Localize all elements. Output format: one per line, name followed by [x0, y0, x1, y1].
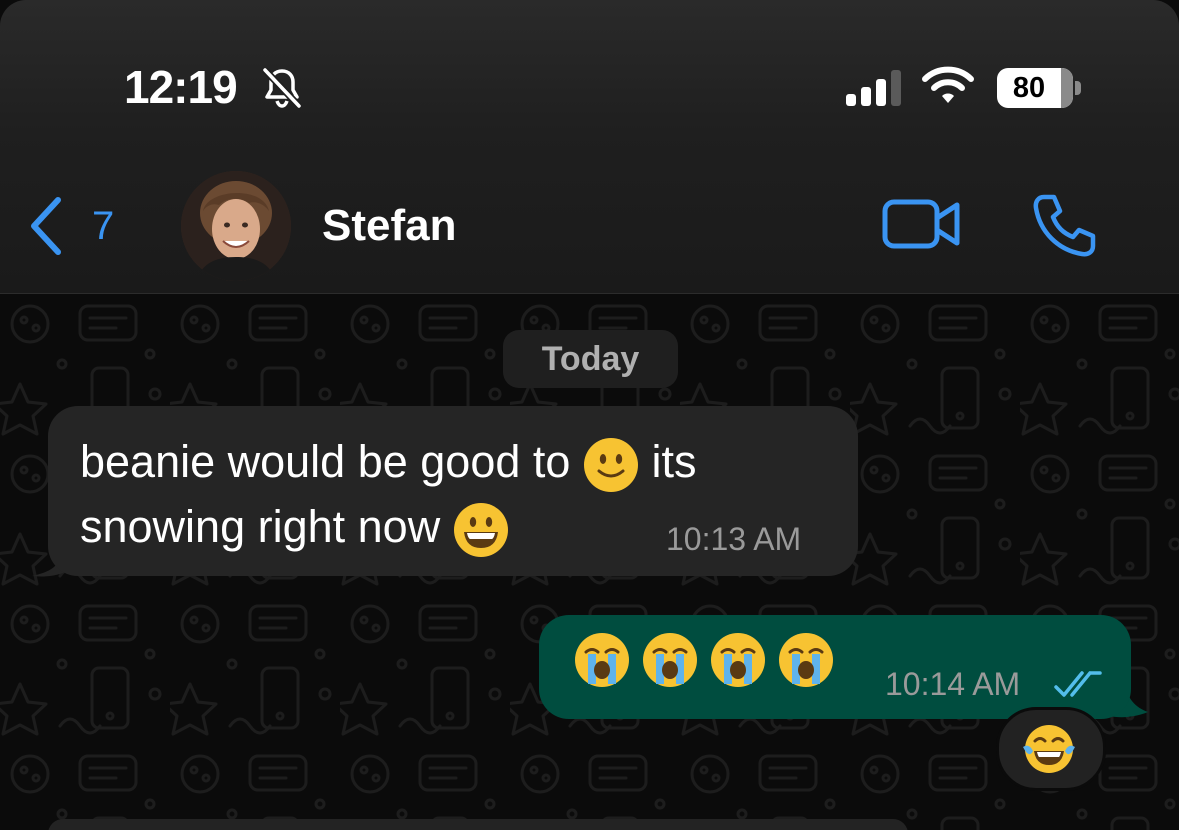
message-line-1-end: its: [651, 436, 697, 487]
video-camera-icon[interactable]: [880, 196, 962, 252]
incoming-message-text: beanie would be good to its snowing righ…: [80, 429, 696, 559]
wifi-icon: [922, 66, 974, 103]
cellular-signal-icon: [846, 68, 906, 106]
day-separator: Today: [503, 330, 678, 388]
chat-header: 12:19 80 7 Stefan: [0, 0, 1179, 294]
message-line-1: beanie would be good to: [80, 436, 571, 487]
message-line-2: snowing right now: [80, 501, 441, 552]
loudly-crying-face-emoji-icon: [779, 633, 833, 687]
slightly-smiling-face-emoji-icon: [583, 438, 638, 493]
loudly-crying-face-emoji-icon: [711, 633, 765, 687]
avatar[interactable]: [181, 171, 291, 281]
chat-area[interactable]: Today beanie would be good to its snowin…: [0, 294, 1179, 830]
incoming-message-time: 10:13 AM: [666, 521, 802, 557]
next-message-bubble-edge: [48, 819, 908, 830]
phone-icon[interactable]: [1030, 192, 1098, 258]
outgoing-message-time: 10:14 AM: [885, 666, 1021, 702]
message-reaction[interactable]: [996, 707, 1106, 791]
back-unread-count[interactable]: 7: [92, 204, 114, 249]
grinning-face-emoji-icon: [453, 503, 508, 558]
battery-level: 80: [1012, 72, 1046, 104]
contact-name[interactable]: Stefan: [322, 201, 456, 251]
loudly-crying-face-emoji-icon: [643, 633, 697, 687]
battery-icon: 80: [997, 68, 1073, 108]
chevron-left-icon[interactable]: [24, 196, 68, 256]
bell-slash-icon: [262, 67, 302, 109]
status-time: 12:19: [124, 61, 238, 113]
battery-cap: [1075, 81, 1081, 95]
loudly-crying-face-emoji-icon: [575, 633, 629, 687]
outgoing-message-emojis: [574, 632, 846, 688]
double-check-read-icon: [1054, 671, 1102, 697]
face-with-tears-of-joy-emoji-icon: [1023, 725, 1075, 773]
